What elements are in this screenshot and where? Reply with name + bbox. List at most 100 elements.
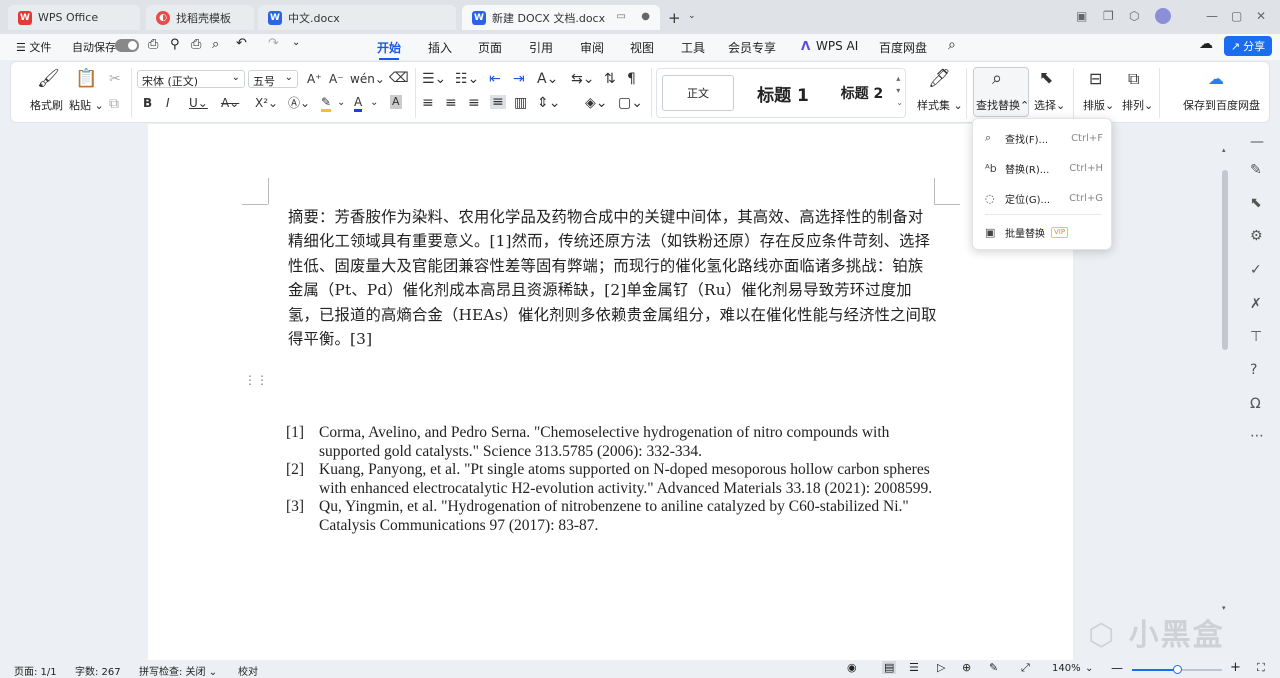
eye-icon[interactable]: ◉ xyxy=(847,661,857,674)
redo-icon[interactable]: ↷ xyxy=(268,36,279,51)
numbered-list-icon[interactable]: ☷⌄ xyxy=(455,72,479,86)
justify-icon[interactable]: ≡ xyxy=(490,95,506,109)
tab-wps-ai[interactable]: WPS AI xyxy=(816,39,858,53)
grow-font-icon[interactable]: A⁺ xyxy=(307,72,322,86)
print-icon[interactable]: ⎙ xyxy=(191,37,201,52)
chevron-down-icon[interactable]: ⌄ xyxy=(1085,663,1093,674)
share-link-icon[interactable]: ⚲ xyxy=(170,37,180,52)
tab-tools[interactable]: 工具 xyxy=(681,39,705,56)
italic-icon[interactable]: I xyxy=(166,96,170,110)
show-marks-icon[interactable]: ¶ xyxy=(627,72,636,86)
paste-label[interactable]: 粘贴 ⌄ xyxy=(69,97,104,113)
window-icon[interactable]: ❐ xyxy=(1103,9,1114,23)
stamp-icon[interactable]: ✓ xyxy=(1250,262,1262,278)
tab-member[interactable]: 会员专享 xyxy=(728,39,776,56)
chevron-down-icon[interactable]: ⌄ xyxy=(370,96,378,110)
format-painter-icon[interactable]: 🖌 xyxy=(37,70,60,88)
cut-icon[interactable]: ✂ xyxy=(109,72,121,86)
page-view-icon[interactable]: ▤ xyxy=(882,661,897,674)
maximize-icon[interactable]: ▢ xyxy=(1231,9,1242,23)
char-shading-icon[interactable]: A xyxy=(390,95,402,109)
drag-handle-icon[interactable]: ⋮⋮ xyxy=(244,374,268,386)
scroll-up-icon[interactable]: ▴ xyxy=(1222,146,1226,154)
chinese-layout-icon[interactable]: A⌄ xyxy=(537,72,558,86)
highlight-icon[interactable]: ✎ xyxy=(321,95,332,112)
font-color-icon[interactable]: A xyxy=(354,95,363,112)
pen-icon[interactable]: ✎ xyxy=(989,661,998,674)
tools-icon[interactable]: ✗ xyxy=(1250,296,1262,312)
chevron-down-icon[interactable]: ⌄ xyxy=(292,37,300,48)
shading-icon[interactable]: ◈⌄ xyxy=(585,96,608,110)
vertical-scrollbar[interactable] xyxy=(1222,170,1228,350)
decrease-indent-icon[interactable]: ⇤ xyxy=(489,72,501,86)
tab-template[interactable]: ◐ 找稻壳模板 xyxy=(146,5,254,30)
arrange-label[interactable]: 排列⌄ xyxy=(1122,97,1153,113)
tab-close-icon[interactable]: ● xyxy=(641,11,650,22)
autosave-toggle[interactable] xyxy=(115,39,139,52)
skin-icon[interactable]: ▣ xyxy=(1076,9,1087,23)
adjust-icon[interactable]: ⚙ xyxy=(1250,228,1263,244)
cloud-upload-icon[interactable]: ☁ xyxy=(1199,36,1213,52)
layout-label[interactable]: 排版⌄ xyxy=(1083,97,1114,113)
line-spacing-icon[interactable]: ⇕⌄ xyxy=(537,96,560,110)
shirt-icon[interactable]: ⊤ xyxy=(1250,329,1262,345)
outline-view-icon[interactable]: ☰ xyxy=(909,661,919,674)
minimize-icon[interactable]: — xyxy=(1206,9,1218,23)
chevron-down-icon[interactable]: ⌄ xyxy=(688,11,696,21)
line-direction-icon[interactable]: ⇆⌄ xyxy=(571,72,594,86)
sort-icon[interactable]: ⇅ xyxy=(604,72,616,86)
arrange-icon[interactable]: ⧉ xyxy=(1128,71,1139,87)
print-preview-icon[interactable]: ⌕ xyxy=(212,37,219,52)
bullet-list-icon[interactable]: ☰⌄ xyxy=(422,72,446,86)
style-heading-1[interactable]: 标题 1 xyxy=(747,75,819,111)
help-icon[interactable]: ? xyxy=(1250,362,1257,378)
style-normal[interactable]: 正文 xyxy=(662,75,734,111)
tab-new-docx[interactable]: W 新建 DOCX 文档.docx ▭ ● xyxy=(462,5,660,30)
web-view-icon[interactable]: ⊕ xyxy=(962,661,971,674)
phonetic-icon[interactable]: wén⌄ xyxy=(350,72,385,86)
menu-item-find[interactable]: ⌕ 查找(F)... Ctrl+F xyxy=(985,128,1103,148)
new-tab-icon[interactable]: + xyxy=(668,9,681,27)
paste-icon[interactable]: 📋 xyxy=(75,70,97,88)
search-icon[interactable]: ⌕ xyxy=(948,37,956,53)
share-button[interactable]: ↗ 分享 xyxy=(1224,36,1272,56)
avatar[interactable] xyxy=(1155,8,1171,24)
bold-icon[interactable]: B xyxy=(143,96,152,110)
more-icon[interactable]: ⋯ xyxy=(1250,428,1264,444)
reference-item[interactable]: [3] Qu, Yingmin, et al. "Hydrogenation o… xyxy=(286,498,936,535)
increase-indent-icon[interactable]: ⇥ xyxy=(513,72,525,86)
tab-home[interactable]: 开始 xyxy=(377,39,401,60)
pen-icon[interactable]: ✎ xyxy=(1250,162,1262,178)
tab-chinese-doc[interactable]: W 中文.docx xyxy=(258,5,456,30)
copy-icon[interactable]: ⧉ xyxy=(109,97,119,111)
omega-icon[interactable]: Ω xyxy=(1250,396,1261,412)
menu-item-locate[interactable]: ◌ 定位(G)... Ctrl+G xyxy=(985,188,1103,208)
superscript-icon[interactable]: X²⌄ xyxy=(255,96,278,110)
font-name-select[interactable]: 宋体 (正文) ⌄ xyxy=(137,70,245,88)
select-cursor-icon[interactable]: ⬉ xyxy=(1039,70,1053,87)
save-icon[interactable]: ⎙ xyxy=(148,37,158,52)
select-label[interactable]: 选择⌄ xyxy=(1034,97,1065,113)
abstract-paragraph[interactable]: 摘要：芳香胺作为染料、农用化学品及药物合成中的关键中间体，其高效、高选择性的制备… xyxy=(288,205,938,351)
menu-item-replace[interactable]: ᴬb 替换(R)... Ctrl+H xyxy=(985,158,1103,178)
zoom-level[interactable]: 140% xyxy=(1052,663,1081,674)
align-center-icon[interactable]: ≡ xyxy=(445,96,457,110)
zoom-in-icon[interactable]: + xyxy=(1230,660,1241,675)
save-baidu-label[interactable]: 保存到百度网盘 xyxy=(1183,97,1260,113)
clear-format-icon[interactable]: ⌫ xyxy=(389,71,409,85)
underline-icon[interactable]: U⌄ xyxy=(189,96,208,110)
tab-view[interactable]: 视图 xyxy=(630,39,654,56)
undo-icon[interactable]: ↶ xyxy=(236,36,247,51)
text-effect-icon[interactable]: Ⓐ⌄ xyxy=(288,96,310,110)
tab-reference[interactable]: 引用 xyxy=(529,39,553,56)
border-icon[interactable]: ▢⌄ xyxy=(618,96,643,110)
align-right-icon[interactable]: ≡ xyxy=(468,96,480,110)
style-set-label[interactable]: 样式集 ⌄ xyxy=(917,97,963,113)
play-icon[interactable]: ▷ xyxy=(937,661,945,674)
collapse-icon[interactable]: — xyxy=(1250,134,1264,150)
menu-item-batch-replace[interactable]: ▣ 批量替换 VIP xyxy=(985,222,1103,242)
strikethrough-icon[interactable]: A⌄ xyxy=(221,96,239,110)
style-set-icon[interactable]: 🖊 xyxy=(928,70,951,88)
fullscreen-icon[interactable]: ⛶ xyxy=(1257,661,1265,675)
style-heading-2[interactable]: 标题 2 xyxy=(827,75,897,111)
